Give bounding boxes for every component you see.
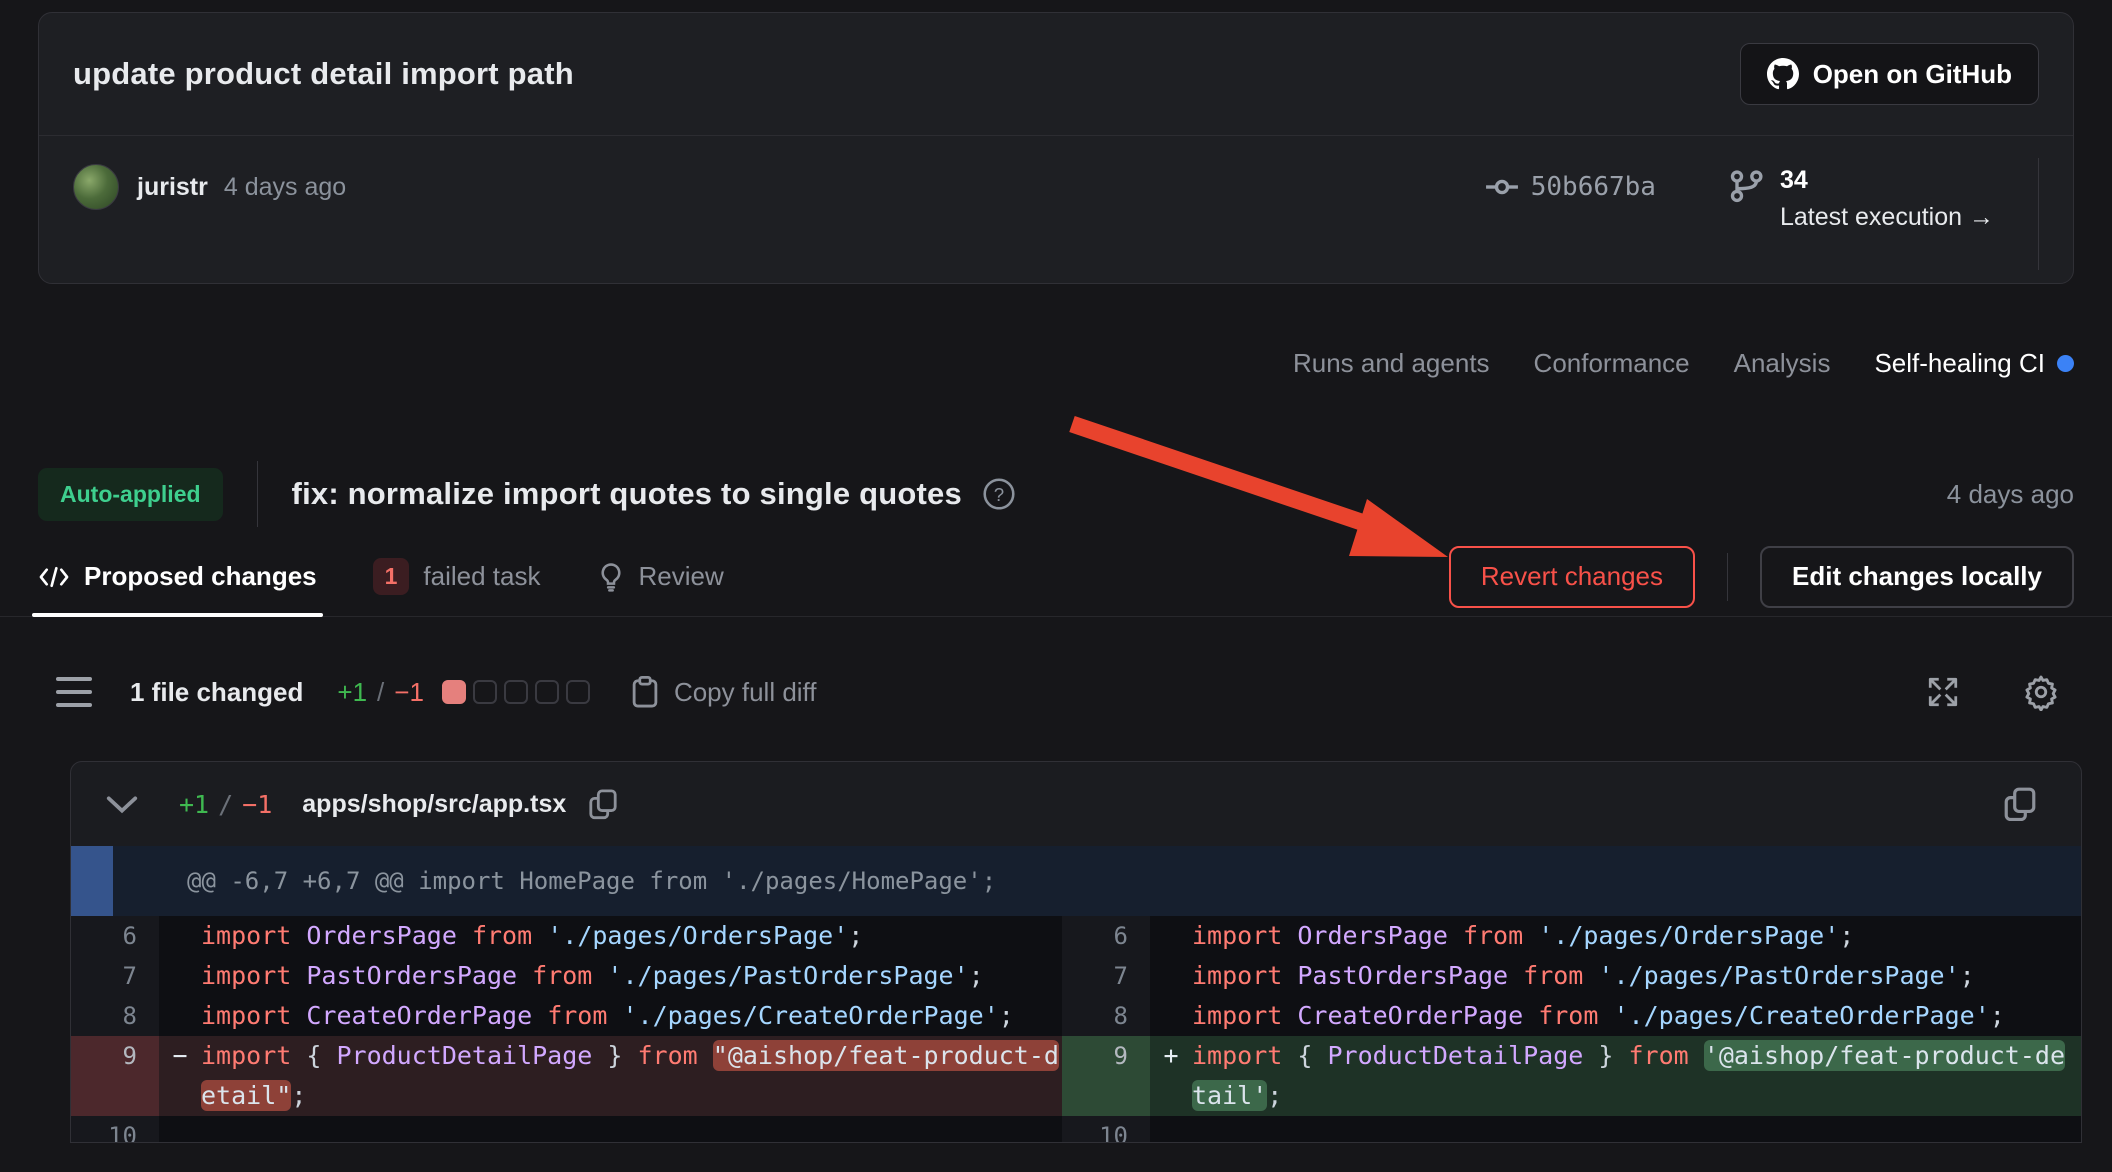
hunk-header: @@ -6,7 +6,7 @@ import HomePage from './… [71, 846, 2081, 916]
line-number: 6 [1062, 916, 1150, 956]
code-text: import CreateOrderPage from './pages/Cre… [1192, 996, 2073, 1036]
nav-tab-runs-and-agents[interactable]: Runs and agents [1293, 348, 1490, 379]
divider [257, 461, 258, 527]
diff-marker: + [1150, 1036, 1192, 1076]
nav-tab-conformance[interactable]: Conformance [1534, 348, 1690, 379]
code-text: import OrdersPage from './pages/OrdersPa… [201, 916, 1062, 956]
latest-execution-link[interactable]: Latest execution → [1780, 203, 1994, 232]
nav-tab-analysis[interactable]: Analysis [1734, 348, 1831, 379]
line-number: 7 [71, 956, 159, 996]
diff-line: 8 import CreateOrderPage from './pages/Cr… [1062, 996, 2082, 1036]
top-nav: Runs and agents Conformance Analysis Sel… [38, 348, 2074, 379]
diff-size-square [473, 680, 497, 704]
open-on-github-button[interactable]: Open on GitHub [1740, 43, 2039, 105]
notification-dot [2057, 355, 2074, 372]
code-icon [38, 564, 70, 590]
help-icon[interactable]: ? [982, 477, 1016, 511]
line-number: 10 [1062, 1116, 1150, 1143]
diff-size-square [504, 680, 528, 704]
diff-line: 6 import OrdersPage from './pages/OrdersP… [71, 916, 1062, 956]
hunk-gutter-bar [71, 846, 113, 916]
additions-count: +1 [337, 677, 367, 708]
code-text: import { ProductDetailPage } from '@aish… [1192, 1036, 2073, 1116]
diff-line: 7 import PastOrdersPage from './pages/Pas… [1062, 956, 2082, 996]
code-text: import { ProductDetailPage } from "@aish… [201, 1036, 1062, 1116]
avatar[interactable] [73, 164, 119, 210]
fix-timestamp: 4 days ago [1947, 479, 2074, 510]
diff-line: 7 import PastOrdersPage from './pages/Pas… [71, 956, 1062, 996]
open-on-github-label: Open on GitHub [1813, 59, 2012, 90]
commit-sha-group[interactable]: 50b667ba [1485, 170, 1656, 204]
diff-size-square [442, 680, 466, 704]
auto-applied-badge: Auto-applied [38, 468, 223, 521]
diff-line: 10 [71, 1116, 1062, 1143]
line-number: 9 [71, 1036, 159, 1116]
execution-count: 34 [1780, 166, 1994, 195]
nav-tab-self-healing-ci[interactable]: Self-healing CI [1874, 348, 2074, 379]
copy-file-diff-icon[interactable] [2003, 786, 2037, 822]
github-icon [1767, 58, 1799, 90]
code-text: import OrdersPage from './pages/OrdersPa… [1192, 916, 2073, 956]
changes-tabbar: Proposed changes 1 failed task Review Re… [0, 537, 2112, 617]
arrow-right-icon: → [1969, 203, 1994, 231]
file-header: +1 / −1 apps/shop/src/app.tsx [71, 762, 2081, 846]
diff-body: 6import OrdersPage from './pages/OrdersP… [71, 916, 2081, 1143]
fix-banner: Auto-applied fix: normalize import quote… [38, 461, 2074, 527]
files-changed-label: 1 file changed [130, 677, 303, 708]
tab-proposed-changes[interactable]: Proposed changes [38, 537, 317, 616]
commit-sha[interactable]: 50b667ba [1531, 172, 1656, 202]
line-number: 8 [71, 996, 159, 1036]
diff-size-square [566, 680, 590, 704]
commit-card: update product detail import path Open o… [38, 12, 2074, 284]
diff-line: 8 import CreateOrderPage from './pages/Cr… [71, 996, 1062, 1036]
chevron-down-icon[interactable] [105, 793, 139, 815]
code-text: import CreateOrderPage from './pages/Cre… [201, 996, 1062, 1036]
fix-title: fix: normalize import quotes to single q… [292, 476, 962, 512]
deletions-count: −1 [394, 677, 424, 708]
line-number: 9 [1062, 1036, 1150, 1116]
code-text: import PastOrdersPage from './pages/Past… [201, 956, 1062, 996]
file-list-menu-icon[interactable] [56, 677, 92, 707]
edit-changes-locally-button[interactable]: Edit changes locally [1760, 546, 2074, 608]
copy-path-icon[interactable] [588, 788, 618, 820]
clipboard-icon [630, 675, 660, 709]
diff-line: 9+import { ProductDetailPage } from '@ai… [1062, 1036, 2082, 1116]
code-text: import PastOrdersPage from './pages/Past… [1192, 956, 2073, 996]
svg-text:?: ? [994, 484, 1004, 505]
divider [1727, 553, 1728, 601]
diff-card: +1 / −1 apps/shop/src/app.tsx @@ -6,7 +6… [70, 761, 2082, 1143]
copy-full-diff-button[interactable]: Copy full diff [630, 675, 817, 709]
diff-line: 10 [1062, 1116, 2082, 1143]
divider [2038, 158, 2039, 270]
file-diff-stats: +1 / −1 [179, 790, 272, 819]
line-number: 8 [1062, 996, 1150, 1036]
diff-size-square [535, 680, 559, 704]
page-title: update product detail import path [73, 56, 574, 92]
diff-line: 6 import OrdersPage from './pages/OrdersP… [1062, 916, 2082, 956]
line-number: 6 [71, 916, 159, 956]
commit-icon [1485, 170, 1519, 204]
lightbulb-icon [597, 562, 625, 592]
hunk-header-text: @@ -6,7 +6,7 @@ import HomePage from './… [113, 846, 996, 916]
branch-icon [1728, 168, 1764, 232]
execution-group: 34 Latest execution → [1728, 166, 1994, 232]
line-number: 10 [71, 1116, 159, 1143]
author-name[interactable]: juristr [137, 164, 208, 210]
diff-line: 9−import { ProductDetailPage } from "@ai… [71, 1036, 1062, 1116]
diff-marker: − [159, 1036, 201, 1076]
diff-stats: +1 / −1 [337, 677, 424, 708]
file-path: apps/shop/src/app.tsx [302, 790, 566, 819]
tab-review[interactable]: Review [597, 537, 724, 616]
expand-icon[interactable] [1926, 675, 1960, 709]
diff-toolbar: 1 file changed +1 / −1 Copy full diff [56, 673, 2060, 711]
diff-pane-new: 6 import OrdersPage from './pages/OrdersP… [1062, 916, 2082, 1143]
diff-pane-old: 6 import OrdersPage from './pages/OrdersP… [71, 916, 1062, 1143]
revert-changes-button[interactable]: Revert changes [1449, 546, 1695, 608]
authored-timestamp: 4 days ago [224, 164, 346, 210]
line-number: 7 [1062, 956, 1150, 996]
failed-task-count-badge: 1 [373, 558, 410, 595]
gear-icon[interactable] [2022, 673, 2060, 711]
diff-size-indicator [442, 680, 590, 704]
tab-failed-task[interactable]: 1 failed task [373, 537, 541, 616]
